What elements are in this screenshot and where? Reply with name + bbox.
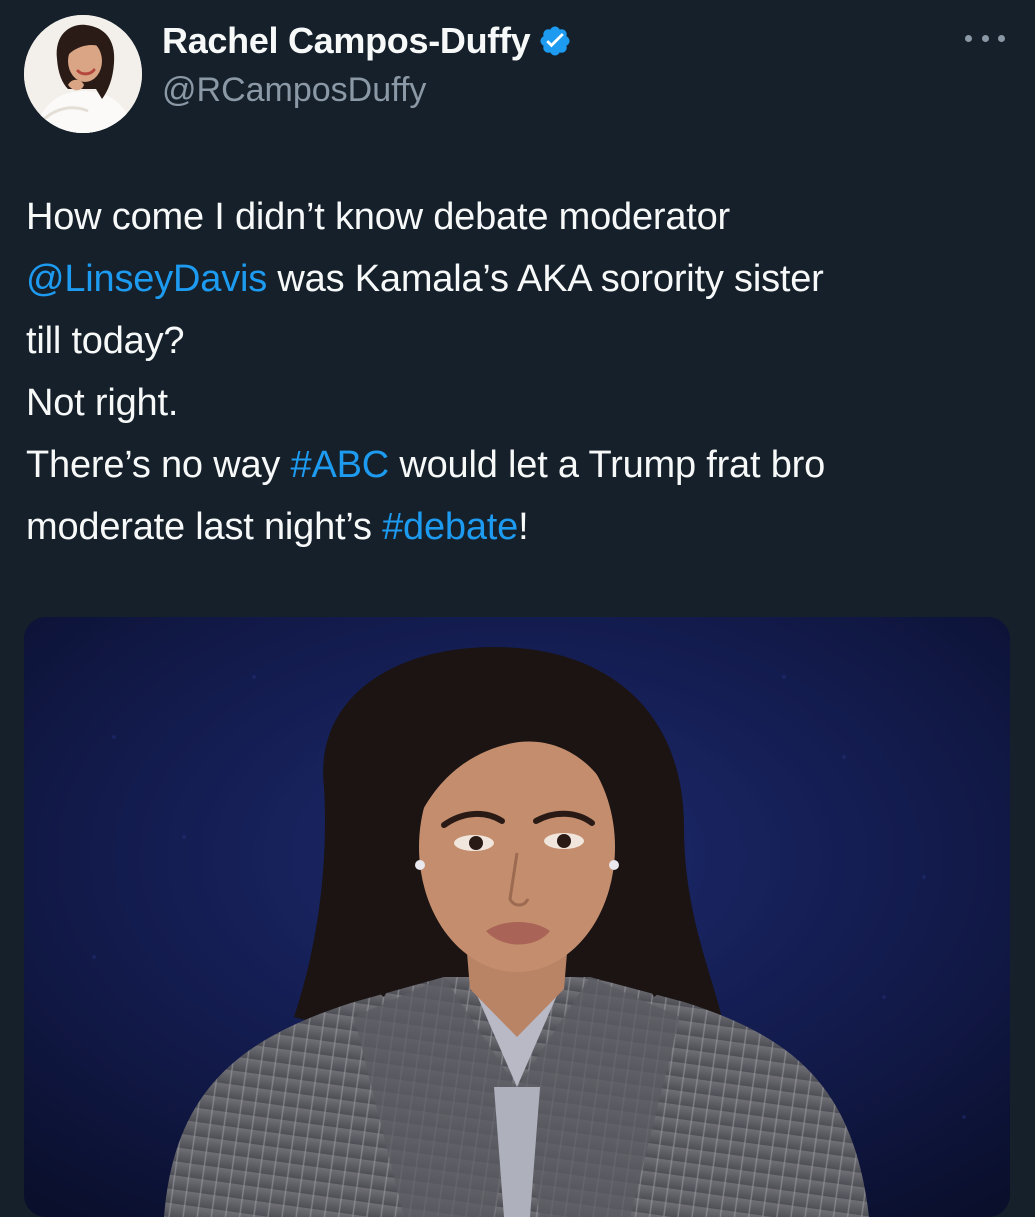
tweet-text-segment: was Kamala’s AKA sorority sister <box>267 258 824 300</box>
dot <box>965 34 972 42</box>
tweet-text-segment: moderate last night’s <box>26 506 383 548</box>
tweet-text-segment: would let a Trump frat bro <box>389 444 826 486</box>
avatar-photo <box>24 15 142 133</box>
mention-link[interactable]: @LinseyDavis <box>26 258 267 300</box>
tweet-line: Not right. <box>26 372 1016 434</box>
hashtag-link[interactable]: #debate <box>382 506 518 548</box>
tweet-text-segment: There’s no way <box>26 444 291 486</box>
dot <box>981 34 989 42</box>
name-row: Rachel Campos-Duffy <box>162 20 572 62</box>
more-options-icon[interactable] <box>965 22 1005 54</box>
media-photo <box>24 617 1010 1217</box>
author-display-name[interactable]: Rachel Campos-Duffy <box>162 20 531 62</box>
tweet-line: moderate last night’s #debate! <box>26 496 1016 558</box>
verified-badge-icon[interactable] <box>538 24 572 58</box>
tweet-text-segment: till today? <box>26 320 185 362</box>
dot <box>998 34 1005 42</box>
author-handle[interactable]: @RCamposDuffy <box>162 70 572 110</box>
tweet: Rachel Campos-Duffy @RCamposDuffy How co… <box>0 0 1035 1217</box>
tweet-line: There’s no way #ABC would let a Trump fr… <box>26 434 1016 496</box>
tweet-line: till today? <box>26 310 1016 372</box>
author-avatar[interactable] <box>24 15 142 133</box>
author-info[interactable]: Rachel Campos-Duffy @RCamposDuffy <box>162 20 572 110</box>
tweet-text-segment: ! <box>518 506 529 548</box>
tweet-line: @LinseyDavis was Kamala’s AKA sorority s… <box>26 248 1016 310</box>
tweet-text-segment: How come I didn’t know debate moderator <box>26 196 731 238</box>
tweet-text-segment: Not right. <box>26 382 179 424</box>
tweet-line: How come I didn’t know debate moderator <box>26 186 1016 248</box>
hashtag-link[interactable]: #ABC <box>291 444 390 486</box>
tweet-text: How come I didn’t know debate moderator … <box>26 186 1016 558</box>
tweet-media-image[interactable] <box>24 617 1010 1217</box>
